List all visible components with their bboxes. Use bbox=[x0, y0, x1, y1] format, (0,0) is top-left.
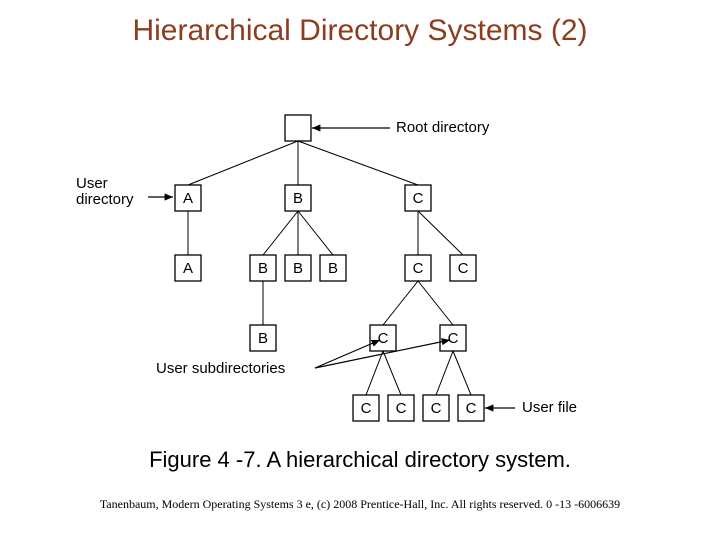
diagram-stage: A B C A B B B C C B C C C C C C Root directory Userdirect… bbox=[60, 110, 660, 430]
node-A1: A bbox=[175, 255, 201, 281]
svg-text:C: C bbox=[396, 400, 407, 417]
tree-edge bbox=[366, 351, 383, 395]
svg-text:C: C bbox=[361, 400, 372, 417]
tree-edge bbox=[453, 351, 471, 395]
tree-edge bbox=[436, 351, 453, 395]
svg-text:C: C bbox=[413, 260, 424, 277]
svg-text:A: A bbox=[183, 260, 193, 277]
node-C1: C bbox=[405, 255, 431, 281]
tree-edge bbox=[383, 351, 401, 395]
svg-text:C: C bbox=[378, 330, 389, 347]
node-C8: C bbox=[458, 395, 484, 421]
tree-edge bbox=[298, 141, 418, 185]
svg-text:C: C bbox=[466, 400, 477, 417]
svg-text:C: C bbox=[448, 330, 459, 347]
tree-edge bbox=[418, 211, 463, 255]
svg-text:B: B bbox=[258, 330, 268, 347]
annotation-label: directory bbox=[76, 191, 134, 208]
tree-edge bbox=[298, 211, 333, 255]
annotation-label: Root directory bbox=[396, 119, 490, 136]
tree-edge bbox=[418, 281, 453, 325]
node-C: C bbox=[405, 185, 431, 211]
node-B4: B bbox=[250, 325, 276, 351]
tree-edge bbox=[188, 141, 298, 185]
tree-edge bbox=[263, 211, 298, 255]
annotation-label: User subdirectories bbox=[156, 360, 285, 377]
node-C6: C bbox=[388, 395, 414, 421]
annotation-label: User bbox=[76, 175, 108, 192]
svg-text:C: C bbox=[458, 260, 469, 277]
annotation-label: User file bbox=[522, 399, 577, 416]
copyright-footer: Tanenbaum, Modern Operating Systems 3 e,… bbox=[0, 497, 720, 512]
node-A: A bbox=[175, 185, 201, 211]
node-B: B bbox=[285, 185, 311, 211]
slide-title: Hierarchical Directory Systems (2) bbox=[0, 14, 720, 48]
tree-edge bbox=[383, 281, 418, 325]
node-C3: C bbox=[370, 325, 396, 351]
figure-caption: Figure 4 -7. A hierarchical directory sy… bbox=[0, 447, 720, 473]
node-B1: B bbox=[250, 255, 276, 281]
svg-text:C: C bbox=[413, 190, 424, 207]
node-C5: C bbox=[353, 395, 379, 421]
node-C4: C bbox=[440, 325, 466, 351]
svg-text:C: C bbox=[431, 400, 442, 417]
svg-text:B: B bbox=[293, 190, 303, 207]
node-B3: B bbox=[320, 255, 346, 281]
directory-tree-diagram: A B C A B B B C C B C C C C C C Root directory Userdirect… bbox=[60, 110, 660, 430]
svg-text:B: B bbox=[328, 260, 338, 277]
node-B2: B bbox=[285, 255, 311, 281]
svg-text:B: B bbox=[258, 260, 268, 277]
annotation-arrow bbox=[315, 340, 380, 368]
svg-text:B: B bbox=[293, 260, 303, 277]
node-C7: C bbox=[423, 395, 449, 421]
svg-text:A: A bbox=[183, 190, 193, 207]
root-node bbox=[285, 115, 311, 141]
node-C2: C bbox=[450, 255, 476, 281]
